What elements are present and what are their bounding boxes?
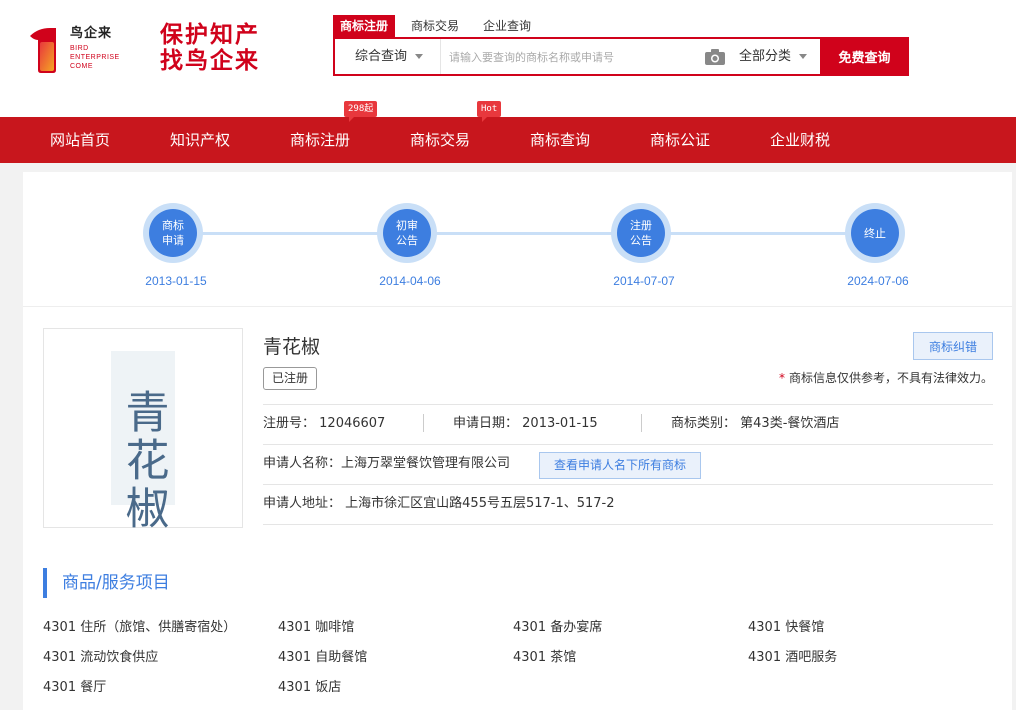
list-item: 4301 住所（旅馆、供膳寄宿处） (43, 620, 237, 635)
applicant-address: 申请人地址： 上海市徐汇区宜山路455号五层517-1、517-2 (263, 496, 615, 511)
divider (641, 414, 642, 432)
trademark-class: 商标类别： 第43类-餐饮酒店 (671, 416, 840, 431)
timeline-line (176, 232, 876, 235)
site-header: 鸟企来 BIRD ENTERPRISE COME 保护知产 找鸟企来 商标注册 … (0, 0, 1016, 117)
hot-badge: Hot (477, 101, 502, 122)
trademark-image: 青花椒 (43, 328, 243, 533)
chevron-down-icon (415, 54, 424, 59)
divider (423, 414, 424, 432)
search-tab-trade[interactable]: 商标交易 (411, 15, 459, 37)
timeline-step-terminated: 终止 (845, 203, 905, 263)
correct-trademark-button[interactable]: 商标纠错 (913, 332, 993, 360)
apply-date: 申请日期： 2013-01-15 (453, 416, 598, 431)
list-item: 4301 自助餐馆 (278, 650, 368, 665)
list-item: 4301 餐厅 (43, 680, 107, 695)
timeline-date: 2024-07-06 (847, 274, 909, 288)
search-input[interactable] (449, 44, 689, 70)
nav-search[interactable]: 商标查询 (530, 117, 590, 163)
trademark-name: 青花椒 (263, 336, 321, 358)
nav-notary[interactable]: 商标公证 (650, 117, 710, 163)
timeline-date: 2013-01-15 (145, 274, 207, 288)
list-item: 4301 快餐馆 (748, 620, 825, 635)
timeline-step-apply: 商标申请 (143, 203, 203, 263)
asterisk-icon: * (778, 371, 785, 385)
info-row-applicant: 申请人名称：上海万翠堂餐饮管理有限公司 查看申请人名下所有商标 (263, 444, 993, 484)
logo-english: BIRD ENTERPRISE COME (70, 45, 120, 70)
info-row-address: 申请人地址： 上海市徐汇区宜山路455号五层517-1、517-2 (263, 484, 993, 524)
disclaimer: * 商标信息仅供参考，不具有法律效力。 (778, 371, 993, 385)
view-applicant-trademarks-button[interactable]: 查看申请人名下所有商标 (539, 452, 702, 479)
nav-ip[interactable]: 知识产权 (170, 117, 230, 163)
nav-trade[interactable]: 商标交易 (410, 117, 470, 163)
site-logo[interactable]: 鸟企来 BIRD ENTERPRISE COME (26, 22, 126, 78)
search-tab-register[interactable]: 商标注册 (333, 15, 396, 37)
logo-text: 鸟企来 (70, 26, 113, 41)
timeline-date: 2014-07-07 (613, 274, 675, 288)
search-box: 综合查询 全部分类 免费查询 (333, 37, 909, 76)
timeline-date: 2014-04-06 (379, 274, 441, 288)
divider (263, 524, 993, 525)
trademark-detail: 商标申请 2013-01-15 初审公告 2014-04-06 注册公告 201… (23, 172, 1012, 710)
list-item: 4301 咖啡馆 (278, 620, 355, 635)
list-item: 4301 流动饮食供应 (43, 650, 159, 665)
search-tab-company[interactable]: 企业查询 (483, 15, 531, 37)
list-item: 4301 饭店 (278, 680, 342, 695)
timeline-step-registered: 注册公告 (611, 203, 671, 263)
slogan: 保护知产 找鸟企来 (160, 22, 260, 74)
bird-logo-icon (30, 28, 56, 73)
nav-register[interactable]: 商标注册 (290, 117, 350, 163)
price-badge: 298起 (344, 101, 378, 122)
timeline-step-prelim: 初审公告 (377, 203, 437, 263)
reg-number: 注册号： 12046607 (263, 416, 386, 431)
category-select[interactable]: 全部分类 (739, 39, 808, 74)
info-row-basic: 注册号： 12046607 申请日期： 2013-01-15 商标类别： 第43… (263, 404, 993, 444)
nav-tax[interactable]: 企业财税 (770, 117, 830, 163)
goods-section-title: 商品/服务项目 (43, 568, 170, 598)
free-search-button[interactable]: 免费查询 (820, 37, 909, 76)
applicant-name: 申请人名称：上海万翠堂餐饮管理有限公司 (263, 456, 511, 471)
camera-icon[interactable] (705, 49, 725, 65)
list-item: 4301 备办宴席 (513, 620, 603, 635)
main-nav: 网站首页 知识产权 商标注册 商标交易 商标查询 商标公证 企业财税 (0, 117, 1016, 163)
search-type-select[interactable]: 综合查询 (335, 39, 441, 74)
nav-home[interactable]: 网站首页 (50, 117, 110, 163)
chevron-down-icon (799, 54, 808, 59)
list-item: 4301 酒吧服务 (748, 650, 838, 665)
trademark-calligraphy: 青花椒 (118, 389, 169, 529)
status-badge: 已注册 (263, 367, 318, 390)
status-timeline: 商标申请 2013-01-15 初审公告 2014-04-06 注册公告 201… (23, 172, 1012, 307)
list-item: 4301 茶馆 (513, 650, 577, 665)
